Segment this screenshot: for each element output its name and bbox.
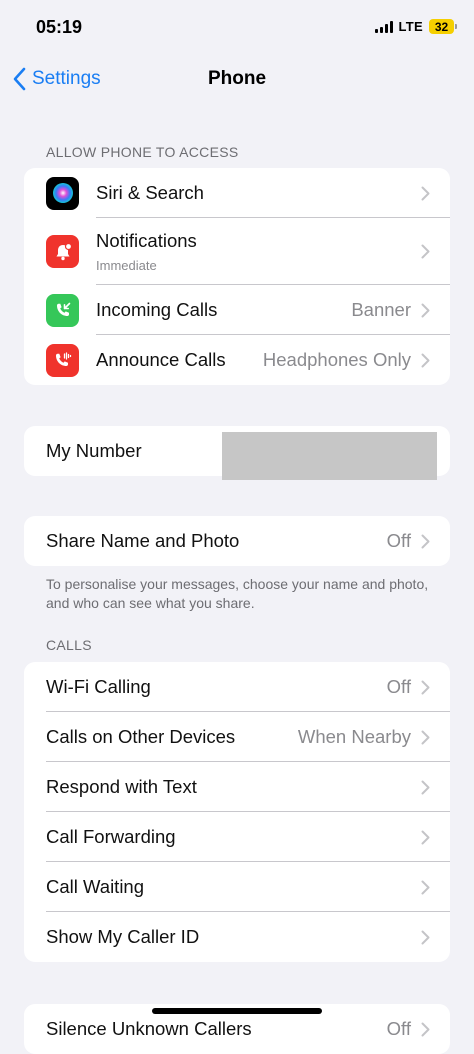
row-show-caller-id[interactable]: Show My Caller ID <box>24 912 450 962</box>
row-share-name-photo[interactable]: Share Name and Photo Off <box>24 516 450 566</box>
calls-group: Wi-Fi Calling Off Calls on Other Devices… <box>24 662 450 962</box>
row-announce-calls[interactable]: Announce Calls Headphones Only <box>24 335 450 385</box>
row-label: Call Waiting <box>46 876 145 897</box>
page-title: Phone <box>207 68 267 89</box>
row-label: Announce Calls <box>96 349 226 370</box>
chevron-right-icon <box>421 830 430 844</box>
section-header-calls: CALLS <box>46 637 92 653</box>
incoming-call-icon <box>46 293 79 327</box>
row-siri-search[interactable]: Siri & Search <box>24 168 450 218</box>
row-label: Share Name and Photo <box>46 530 240 551</box>
row-call-waiting[interactable]: Call Waiting <box>24 862 450 912</box>
row-sublabel: Immediate <box>96 258 157 273</box>
access-group: Siri & Search Notifications Immediate In… <box>24 168 450 385</box>
announce-calls-icon <box>46 343 79 377</box>
row-value: Headphones Only <box>262 349 411 370</box>
row-label: Call Forwarding <box>46 826 176 847</box>
chevron-right-icon <box>421 186 430 200</box>
share-group: Share Name and Photo Off <box>24 516 450 566</box>
chevron-right-icon <box>421 534 430 548</box>
share-footer-text: To personalise your messages, choose you… <box>46 576 429 611</box>
redacted-phone-number <box>222 432 437 480</box>
chevron-right-icon <box>421 880 430 894</box>
chevron-right-icon <box>421 730 430 744</box>
row-label: Wi-Fi Calling <box>46 676 151 697</box>
row-value: Off <box>386 530 411 551</box>
row-calls-other-devices[interactable]: Calls on Other Devices When Nearby <box>24 712 450 762</box>
row-respond-with-text[interactable]: Respond with Text <box>24 762 450 812</box>
battery-icon: 32 <box>429 19 457 34</box>
chevron-right-icon <box>421 930 430 944</box>
row-value: Off <box>386 1018 411 1039</box>
row-value: When Nearby <box>297 726 411 747</box>
chevron-right-icon <box>421 353 430 367</box>
battery-level: 32 <box>434 19 449 34</box>
chevron-right-icon <box>421 780 430 794</box>
row-label: Incoming Calls <box>96 299 218 320</box>
status-time: 05:19 <box>36 17 83 37</box>
row-label: Calls on Other Devices <box>46 726 236 747</box>
row-label: Notifications <box>96 230 197 251</box>
home-indicator[interactable] <box>152 1008 322 1014</box>
siri-icon <box>46 176 79 210</box>
row-label: Silence Unknown Callers <box>46 1018 252 1039</box>
row-incoming-calls[interactable]: Incoming Calls Banner <box>24 285 450 335</box>
chevron-right-icon <box>421 680 430 694</box>
row-call-forwarding[interactable]: Call Forwarding <box>24 812 450 862</box>
row-value: Off <box>386 676 411 697</box>
row-wifi-calling[interactable]: Wi-Fi Calling Off <box>24 662 450 712</box>
status-indicators: LTE 32 <box>374 19 457 34</box>
row-value: Banner <box>351 299 411 320</box>
chevron-right-icon <box>421 244 430 259</box>
network-type: LTE <box>398 19 423 34</box>
cellular-signal-icon <box>374 20 393 33</box>
row-label: Siri & Search <box>96 182 204 203</box>
row-label: Respond with Text <box>46 776 197 797</box>
notifications-bell-icon <box>46 235 79 268</box>
section-header-access: ALLOW PHONE TO ACCESS <box>46 144 239 160</box>
row-notifications[interactable]: Notifications Immediate <box>24 218 450 285</box>
chevron-right-icon <box>421 303 430 317</box>
row-label: Show My Caller ID <box>46 926 200 947</box>
